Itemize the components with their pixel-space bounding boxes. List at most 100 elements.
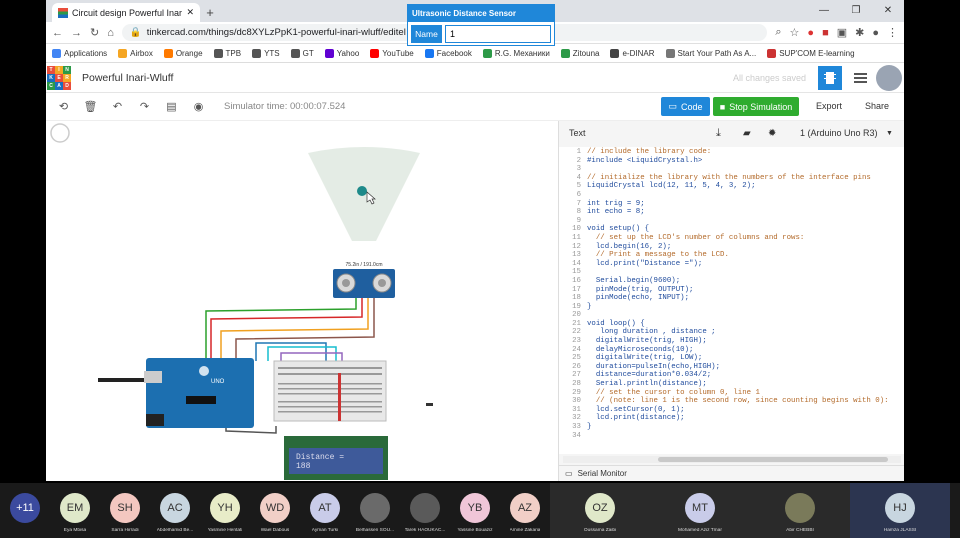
bookmark-item[interactable]: Applications bbox=[52, 48, 107, 58]
back-icon[interactable]: ← bbox=[52, 27, 63, 39]
upload-library-icon[interactable]: ▰ bbox=[743, 128, 751, 139]
participant-tile[interactable]: Belhassen SOU... bbox=[350, 483, 400, 538]
code-line[interactable]: pinMode(trig, OUTPUT); bbox=[587, 286, 889, 295]
code-button[interactable]: ▭ Code bbox=[661, 97, 710, 116]
code-line[interactable]: delayMicroseconds(10); bbox=[587, 346, 889, 355]
bookmark-item[interactable]: GT bbox=[290, 48, 314, 58]
notes-icon[interactable]: ▤ bbox=[158, 100, 185, 113]
circuit-view-button[interactable] bbox=[818, 66, 842, 90]
menu-icon[interactable]: ⋮ bbox=[887, 26, 898, 39]
target-object[interactable] bbox=[357, 186, 367, 196]
share-button[interactable]: Share bbox=[865, 101, 889, 111]
code-line[interactable]: void setup() { bbox=[587, 225, 889, 234]
participant-tile[interactable]: AC Abdelhamid Be... bbox=[150, 483, 200, 538]
maximize-icon[interactable]: ❐ bbox=[840, 0, 872, 20]
circuit-workspace[interactable]: 75.2in / 191.0cm UNO Distance = 188 bbox=[46, 121, 558, 481]
pdf-extension-icon[interactable]: ■ bbox=[822, 27, 829, 39]
code-line[interactable]: digitalWrite(trig, LOW); bbox=[587, 354, 889, 363]
code-line[interactable]: Serial.begin(9600); bbox=[587, 277, 889, 286]
forward-icon[interactable]: → bbox=[71, 27, 82, 39]
code-line[interactable] bbox=[587, 165, 889, 174]
bookmark-item[interactable]: Zitouna bbox=[560, 48, 599, 58]
new-tab-button[interactable]: + bbox=[200, 3, 220, 22]
code-line[interactable] bbox=[587, 217, 889, 226]
undo-icon[interactable]: ↶ bbox=[104, 100, 131, 113]
code-line[interactable]: distance=duration*0.034/2; bbox=[587, 371, 889, 380]
code-line[interactable]: long duration , distance ; bbox=[587, 328, 889, 337]
star-icon[interactable]: ☆ bbox=[790, 26, 800, 39]
code-editor[interactable]: 1 2 3 4 5 6 7 8 9 10 11 12 13 14 15 16 17 18 19 20 21 22 23 24 2… bbox=[559, 147, 904, 454]
code-mode-select[interactable]: Text bbox=[569, 128, 586, 138]
chevron-down-icon[interactable]: ▼ bbox=[886, 130, 893, 137]
delete-icon[interactable]: 🗑 bbox=[77, 100, 104, 113]
bookmark-item[interactable]: YouTube bbox=[370, 48, 414, 58]
code-line[interactable] bbox=[587, 268, 889, 277]
search-icon[interactable]: ⌕ bbox=[775, 26, 781, 39]
horizontal-scrollbar[interactable] bbox=[563, 456, 901, 463]
code-line[interactable]: // set up the LCD's number of columns an… bbox=[587, 234, 889, 243]
code-line[interactable]: int trig = 9; bbox=[587, 200, 889, 209]
tinkercad-logo[interactable]: TIN KER CAD bbox=[47, 65, 71, 90]
code-line[interactable]: } bbox=[587, 303, 889, 312]
bookmark-item[interactable]: Facebook bbox=[424, 48, 472, 58]
schematic-view-button[interactable] bbox=[848, 66, 872, 90]
participant-tile[interactable]: MT Mohamed Aziz Tmar bbox=[650, 483, 750, 538]
code-line[interactable]: lcd.print("Distance ="); bbox=[587, 260, 889, 269]
code-line[interactable]: } bbox=[587, 423, 889, 432]
bookmark-item[interactable]: Start Your Path As A... bbox=[665, 48, 756, 58]
participant-tile[interactable]: YH Yasmine Hentati bbox=[200, 483, 250, 538]
avatar[interactable] bbox=[876, 65, 902, 91]
code-line[interactable]: void loop() { bbox=[587, 320, 889, 329]
code-line[interactable]: pinMode(echo, INPUT); bbox=[587, 294, 889, 303]
profile-icon[interactable]: ● bbox=[872, 27, 879, 39]
bookmark-item[interactable]: YTS bbox=[252, 48, 280, 58]
code-line[interactable]: #include <LiquidCrystal.h> bbox=[587, 157, 889, 166]
home-icon[interactable]: ⌂ bbox=[107, 27, 114, 39]
close-window-icon[interactable]: ✕ bbox=[872, 0, 904, 20]
code-line[interactable] bbox=[587, 311, 889, 320]
reload-icon[interactable]: ↻ bbox=[90, 26, 99, 39]
download-icon[interactable]: ⤓ bbox=[716, 127, 721, 140]
project-name[interactable]: Powerful Inari-Wluff bbox=[82, 72, 173, 84]
participant-tile[interactable]: WD Wael Dabous bbox=[250, 483, 300, 538]
device-select[interactable]: 1 (Arduino Uno R3) bbox=[800, 128, 878, 138]
redo-icon[interactable]: ↷ bbox=[131, 100, 158, 113]
bookmark-item[interactable]: Airbox bbox=[118, 48, 153, 58]
resistor[interactable] bbox=[338, 373, 341, 421]
minimize-icon[interactable]: — bbox=[808, 0, 840, 20]
code-line[interactable]: Serial.println(distance); bbox=[587, 380, 889, 389]
bookmark-item[interactable]: SUP'COM E-learning bbox=[767, 48, 855, 58]
code-line[interactable]: lcd.begin(16, 2); bbox=[587, 243, 889, 252]
bookmark-item[interactable]: Yahoo bbox=[324, 48, 359, 58]
code-line[interactable]: // (note: line 1 is the second row, sinc… bbox=[587, 397, 889, 406]
participant-tile[interactable]: HJ Hamza JLASSI bbox=[850, 483, 950, 538]
code-text[interactable]: // include the library code: #include <Li… bbox=[587, 148, 889, 440]
puzzle-icon[interactable]: ✱ bbox=[855, 26, 864, 39]
participant-tile[interactable]: OZ Oussama Zaibi bbox=[550, 483, 650, 538]
extension-icon-2[interactable]: ▣ bbox=[837, 26, 847, 39]
visibility-icon[interactable]: ◉ bbox=[185, 100, 212, 113]
participant-tile[interactable]: YB Yassine Bouaziz bbox=[450, 483, 500, 538]
debugger-icon[interactable]: ✹ bbox=[768, 128, 776, 139]
code-line[interactable]: lcd.print(distance); bbox=[587, 414, 889, 423]
code-line[interactable]: // include the library code: bbox=[587, 148, 889, 157]
code-line[interactable]: lcd.setCursor(0, 1); bbox=[587, 406, 889, 415]
bookmark-item[interactable]: Orange bbox=[163, 48, 203, 58]
code-line[interactable]: duration=pulseIn(echo,HIGH); bbox=[587, 363, 889, 372]
participant-tile[interactable]: AZ Amine Zakaria bbox=[500, 483, 550, 538]
code-line[interactable] bbox=[587, 191, 889, 200]
close-tab-icon[interactable]: ✕ bbox=[186, 7, 194, 18]
rotate-icon[interactable]: ⟲ bbox=[50, 100, 77, 113]
name-field[interactable]: 1 bbox=[445, 25, 551, 43]
bookmark-item[interactable]: R.G. Механики bbox=[482, 48, 550, 58]
zoom-home-icon[interactable] bbox=[50, 123, 70, 143]
usb-cable[interactable] bbox=[98, 378, 144, 382]
code-line[interactable]: // Print a message to the LCD. bbox=[587, 251, 889, 260]
participant-tile[interactable]: +11 bbox=[0, 483, 50, 538]
bookmark-item[interactable]: e-DINAR bbox=[610, 48, 655, 58]
code-line[interactable]: // initialize the library with the numbe… bbox=[587, 174, 889, 183]
code-line[interactable]: int echo = 8; bbox=[587, 208, 889, 217]
bookmark-item[interactable]: TPB bbox=[213, 48, 241, 58]
serial-monitor-toggle[interactable]: ▭ Serial Monitor bbox=[559, 465, 904, 481]
code-line[interactable]: // set the cursor to column 0, line 1 bbox=[587, 389, 889, 398]
